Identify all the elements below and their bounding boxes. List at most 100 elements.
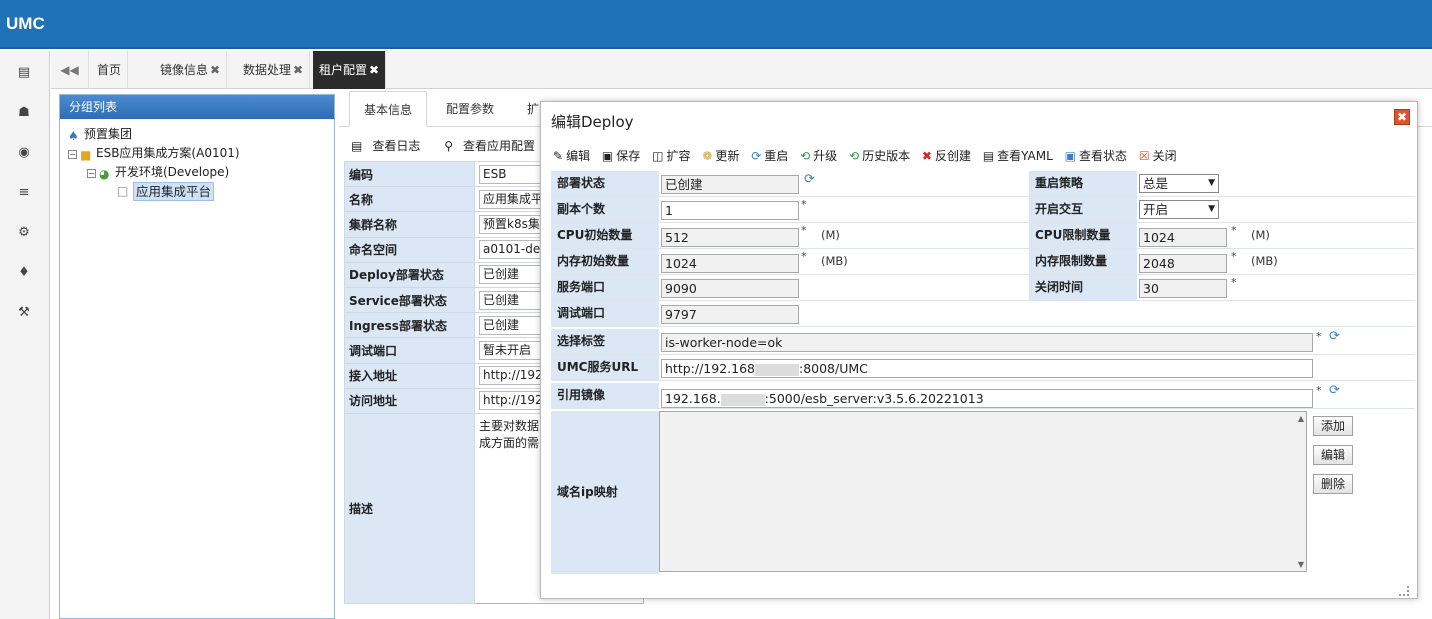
field-label: Deploy部署状态: [344, 261, 475, 288]
field-label: 访问地址: [344, 387, 475, 414]
button-label: 重启: [764, 149, 789, 163]
button-label: 查看日志: [372, 139, 421, 153]
mem-limit-field[interactable]: 2048: [1139, 254, 1227, 273]
deploy-form: 部署状态 已创建 ⟳ 重启策略 总是 ▼ 副本个数 1 * 开启交互 开启 ▼ CP…: [551, 171, 1415, 574]
edit-mapping-button[interactable]: 编辑: [1313, 445, 1353, 465]
update-button[interactable]: ❁ 更新: [702, 147, 739, 164]
edit-button[interactable]: ✎ 编辑: [553, 147, 590, 164]
save-button[interactable]: ▣ 保存: [602, 147, 640, 164]
refresh-icon[interactable]: ⟳: [1329, 383, 1340, 398]
add-button[interactable]: 添加: [1313, 416, 1353, 436]
chevron-down-icon: ▼: [1208, 204, 1215, 214]
field-label: 命名空间: [344, 236, 475, 263]
group-icon: ♠: [68, 129, 79, 143]
close-icon: ☒: [1138, 149, 1150, 163]
cross-icon: ✖: [921, 149, 932, 163]
search-icon: ⚲: [444, 139, 453, 153]
form-row: 内存初始数量 1024 * (MB) 内存限制数量 2048 * (MB): [551, 249, 1415, 275]
tab-data-processing[interactable]: 数据处理 ✖: [237, 51, 311, 89]
log-icon: ▤: [351, 139, 363, 153]
document-icon: ▤: [982, 149, 995, 163]
tabs-scroll-left-icon[interactable]: ◀◀: [51, 51, 89, 89]
update-icon: ❁: [702, 149, 713, 163]
view-app-config-button[interactable]: ⚲ 查看应用配置: [444, 139, 545, 153]
field-label: 开启交互: [1029, 197, 1137, 222]
button-label: 关闭: [1152, 149, 1177, 163]
close-icon[interactable]: ✖: [369, 63, 379, 77]
scroll-up-icon[interactable]: ▲: [1298, 414, 1304, 423]
form-row: 域名ip映射 ▲ ▼ 添加 编辑 删除: [551, 411, 1415, 574]
id-card-icon[interactable]: ▤: [13, 63, 35, 83]
scale-button[interactable]: ◫ 扩容: [652, 147, 690, 164]
required-mark: *: [1316, 384, 1322, 397]
image-part: :5000/esb_server:v3.5.6.20221013: [764, 391, 984, 406]
tab-basic-info[interactable]: 基本信息: [349, 91, 428, 127]
replicas-field[interactable]: 1: [661, 201, 799, 220]
collapse-icon[interactable]: −: [87, 169, 96, 178]
icon-rail: ▤ ☗ ◉ ≡ ⚙ ♦ ⚒: [0, 51, 50, 619]
puzzle-icon[interactable]: ♦: [13, 263, 35, 283]
tab-home[interactable]: 首页: [91, 51, 129, 89]
refresh-icon[interactable]: ⟳: [1329, 329, 1340, 344]
restart-button[interactable]: ⟳ 重启: [751, 147, 788, 164]
wrench-icon[interactable]: ⚒: [13, 303, 35, 323]
close-icon[interactable]: ✖: [210, 63, 220, 77]
tab-image-info[interactable]: 镜像信息 ✖: [154, 51, 228, 89]
tree-node[interactable]: − ◕ 开发环境(Develope): [87, 163, 230, 181]
cpu-init-field[interactable]: 512: [661, 228, 799, 247]
interactive-select[interactable]: 开启 ▼: [1139, 200, 1219, 219]
required-mark: *: [1231, 276, 1237, 289]
tab-config-params[interactable]: 配置参数: [432, 91, 508, 127]
tab-tenant-config[interactable]: 租户配置 ✖: [313, 51, 387, 89]
tree-node[interactable]: − ■ ESB应用集成方案(A0101): [68, 144, 240, 162]
redacted-mask: [754, 363, 799, 376]
required-mark: *: [1316, 330, 1322, 343]
close-icon[interactable]: ✖: [293, 63, 303, 77]
mem-init-field[interactable]: 1024: [661, 254, 799, 273]
delete-button[interactable]: 删除: [1313, 474, 1353, 494]
field-label: 选择标签: [551, 329, 659, 354]
form-row: UMC服务URL http://192.168:8008/UMC: [551, 355, 1415, 381]
resize-handle[interactable]: [1399, 586, 1409, 596]
gear-icon[interactable]: ⚙: [13, 223, 35, 243]
view-status-button[interactable]: ▣ 查看状态: [1065, 147, 1127, 164]
list-icon[interactable]: ≡: [13, 183, 35, 203]
button-label: 历史版本: [862, 149, 911, 163]
uncreate-button[interactable]: ✖ 反创建: [922, 147, 971, 164]
close-button[interactable]: ☒ 关闭: [1139, 147, 1177, 164]
refresh-icon[interactable]: ⟳: [804, 172, 815, 187]
selector-field[interactable]: is-worker-node=ok: [661, 333, 1313, 352]
field-label: 部署状态: [551, 171, 659, 196]
close-icon[interactable]: ✖: [1394, 109, 1410, 125]
scroll-down-icon[interactable]: ▼: [1298, 560, 1304, 569]
button-label: 反创建: [934, 149, 971, 163]
tree-node[interactable]: ♠ 预置集团: [68, 125, 132, 143]
service-port-field[interactable]: 9090: [661, 279, 799, 298]
bank-icon[interactable]: ☗: [13, 103, 35, 123]
debug-port-field[interactable]: 9797: [661, 305, 799, 324]
cpu-limit-field[interactable]: 1024: [1139, 228, 1227, 247]
hosts-mapping-list[interactable]: ▲ ▼: [659, 411, 1307, 572]
umc-url-field[interactable]: http://192.168:8008/UMC: [661, 359, 1313, 378]
shutdown-time-field[interactable]: 30: [1139, 279, 1227, 298]
field-label: Ingress部署状态: [344, 312, 475, 339]
field-label: 引用镜像: [551, 383, 659, 408]
status-icon: ▣: [1064, 149, 1076, 163]
url-part: :8008/UMC: [798, 361, 868, 376]
history-button[interactable]: ⟲ 历史版本: [849, 147, 910, 164]
panel-title: 分组列表: [60, 95, 334, 119]
environment-icon: ◕: [99, 167, 110, 181]
view-yaml-button[interactable]: ▤ 查看YAML: [983, 147, 1053, 164]
restart-policy-select[interactable]: 总是 ▼: [1139, 174, 1219, 193]
eye-icon[interactable]: ◉: [13, 143, 35, 163]
upgrade-button[interactable]: ⟲ 升级: [800, 147, 837, 164]
field-label: 调试端口: [551, 301, 659, 326]
image-field[interactable]: 192.168.:5000/esb_server:v3.5.6.20221013: [661, 389, 1313, 408]
field-label: 内存限制数量: [1029, 249, 1137, 274]
dialog-title: 编辑Deploy: [551, 113, 634, 131]
collapse-icon[interactable]: −: [68, 150, 77, 159]
tree-node-label: 开发环境(Develope): [115, 165, 230, 179]
view-log-button[interactable]: ▤ 查看日志: [351, 139, 430, 153]
deploy-status-field[interactable]: 已创建: [661, 175, 799, 194]
tree-node-selected[interactable]: □ 应用集成平台: [117, 182, 215, 201]
